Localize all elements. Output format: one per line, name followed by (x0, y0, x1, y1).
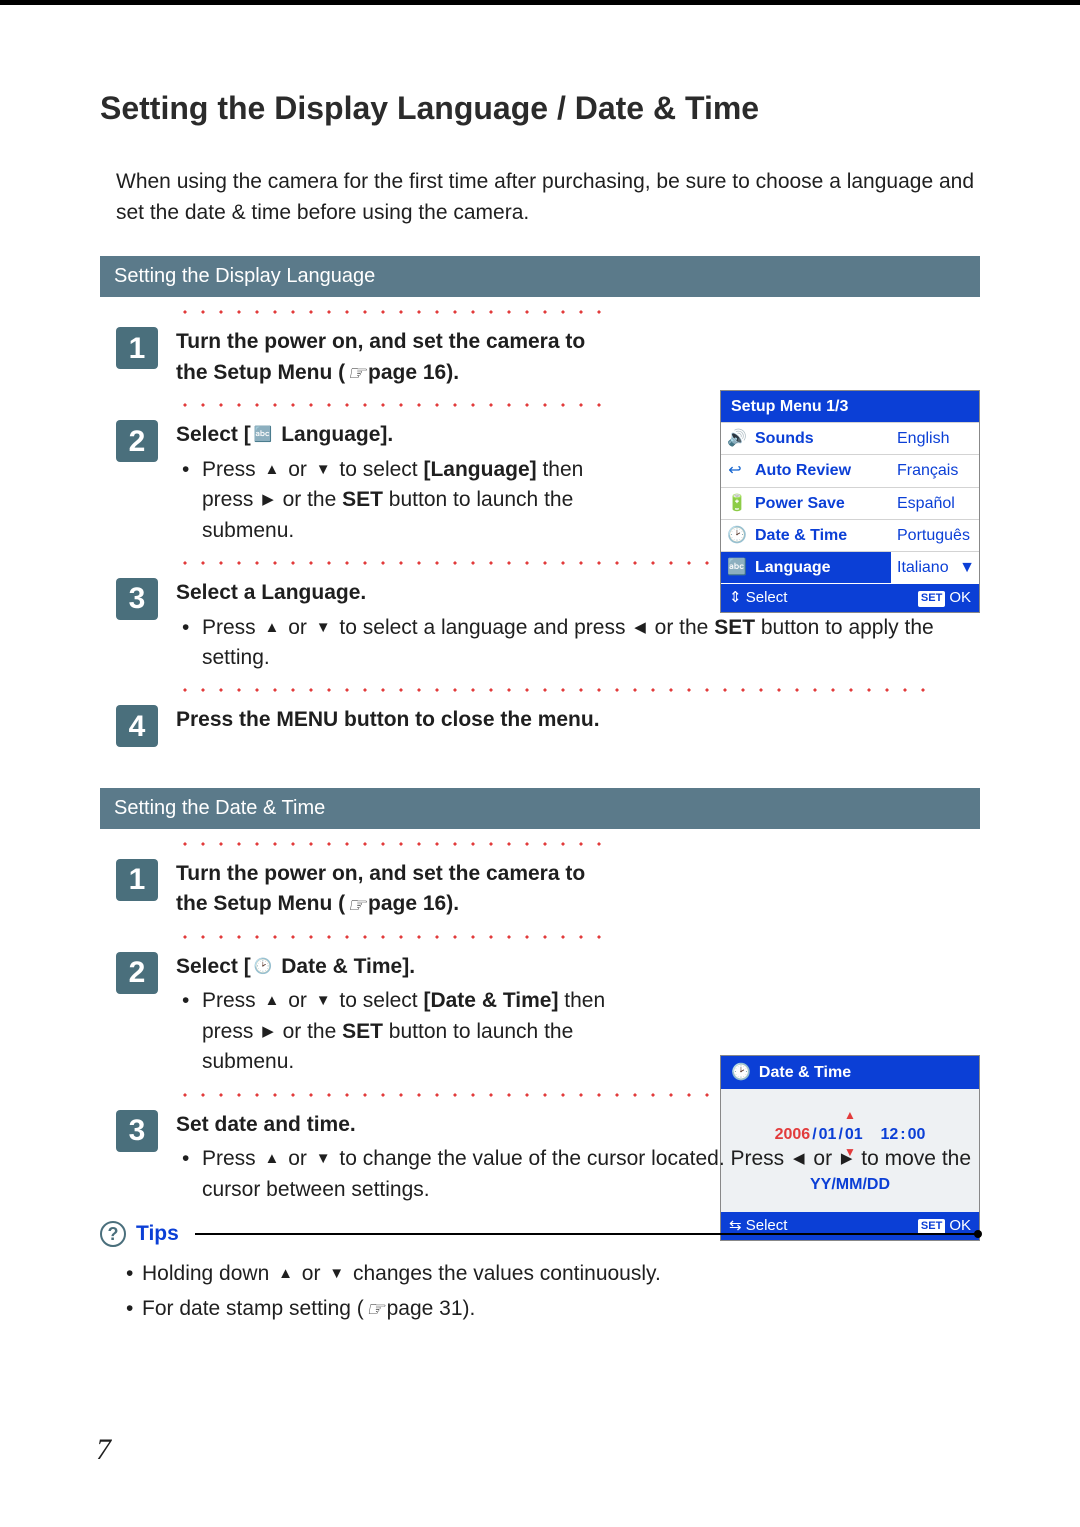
down-arrow-icon: ▼ (316, 462, 331, 477)
step-text: Select [ (176, 955, 251, 978)
language-steps: 1 Turn the power on, and set the camera … (100, 305, 980, 736)
step-text: Select [ (176, 423, 251, 446)
step-number: 1 (116, 859, 158, 901)
divider-dots (176, 398, 606, 412)
step-bullet: Press ▲ or ▼ to select [Language] then p… (176, 455, 616, 546)
divider-dots (176, 683, 936, 697)
tips-rule (195, 1233, 980, 1235)
tip-item: For date stamp setting (☞page 31). (120, 1294, 980, 1325)
step-bullet: Press ▲ or ▼ to select [Date & Time] the… (176, 986, 616, 1077)
divider-dots (176, 305, 606, 319)
section-band-datetime: Setting the Date & Time (100, 788, 980, 829)
up-arrow-icon: ▲ (265, 620, 280, 635)
step-1: 1 Turn the power on, and set the camera … (116, 859, 980, 920)
page-ref-icon: ☞ (347, 358, 366, 388)
right-arrow-icon: ▶ (841, 1151, 853, 1166)
lcd-setup-title: Setup Menu 1/3 (721, 391, 979, 422)
step-text: page 16). (368, 361, 459, 384)
clock-icon: 🕑 (254, 959, 273, 974)
right-arrow-icon: ▶ (262, 1024, 274, 1039)
up-arrow-icon: ▲ (265, 993, 280, 1008)
step-text: Set date and time. (176, 1113, 356, 1136)
step-2: 2 Select [🔤 Language]. Press ▲ or ▼ to s… (116, 420, 980, 546)
step-number: 1 (116, 327, 158, 369)
tips-label: Tips (136, 1219, 179, 1249)
scroll-down-icon: ▼ (959, 556, 975, 579)
divider-dots (176, 930, 606, 944)
tip-item: Holding down ▲ or ▼ changes the values c… (120, 1259, 980, 1289)
down-arrow-icon: ▼ (329, 1266, 344, 1281)
left-arrow-icon: ◀ (634, 620, 646, 635)
up-arrow-icon: ▲ (278, 1266, 293, 1281)
up-arrow-icon: ▲ (265, 462, 280, 477)
step-4: 4 Press the MENU button to close the men… (116, 705, 980, 735)
page-ref-icon: ☞ (366, 1294, 385, 1324)
down-arrow-icon: ▼ (316, 620, 331, 635)
step-3: 3 Select a Language. Press ▲ or ▼ to sel… (116, 578, 980, 673)
step-text: Press the MENU button to close the menu. (176, 708, 600, 731)
step-number: 4 (116, 705, 158, 747)
down-arrow-icon: ▼ (316, 993, 331, 1008)
left-arrow-icon: ◀ (793, 1151, 805, 1166)
step-2: 2 Select [🕑 Date & Time]. Press ▲ or ▼ t… (116, 952, 980, 1078)
step-text: Select a Language. (176, 581, 366, 604)
up-arrow-icon: ▲ (265, 1151, 280, 1166)
datetime-steps: 1 Turn the power on, and set the camera … (100, 837, 980, 1205)
step-3: 3 Set date and time. Press ▲ or ▼ to cha… (116, 1110, 980, 1205)
right-arrow-icon: ▶ (262, 492, 274, 507)
step-text: Language]. (275, 423, 393, 446)
page-number: 7 (96, 1428, 111, 1472)
step-text: page 16). (368, 892, 459, 915)
step-bullet: Press ▲ or ▼ to change the value of the … (176, 1144, 980, 1205)
tips-icon: ? (100, 1221, 126, 1247)
intro-paragraph: When using the camera for the first time… (116, 167, 980, 228)
step-1: 1 Turn the power on, and set the camera … (116, 327, 980, 388)
page-ref-icon: ☞ (347, 890, 366, 920)
section-band-language: Setting the Display Language (100, 256, 980, 297)
manual-page: Setting the Display Language / Date & Ti… (0, 0, 1080, 1527)
divider-dots (176, 837, 606, 851)
step-number: 2 (116, 420, 158, 462)
step-text: Date & Time]. (275, 955, 415, 978)
step-number: 3 (116, 578, 158, 620)
down-arrow-icon: ▼ (316, 1151, 331, 1166)
language-menu-icon: 🔤 (254, 427, 273, 442)
lcd-dt-footer: ⇆ Select SETOK (721, 1212, 979, 1240)
step-number: 3 (116, 1110, 158, 1152)
step-bullet: Press ▲ or ▼ to select a language and pr… (176, 613, 980, 674)
page-title: Setting the Display Language / Date & Ti… (100, 85, 980, 131)
tips-list: Holding down ▲ or ▼ changes the values c… (100, 1259, 980, 1324)
step-number: 2 (116, 952, 158, 994)
